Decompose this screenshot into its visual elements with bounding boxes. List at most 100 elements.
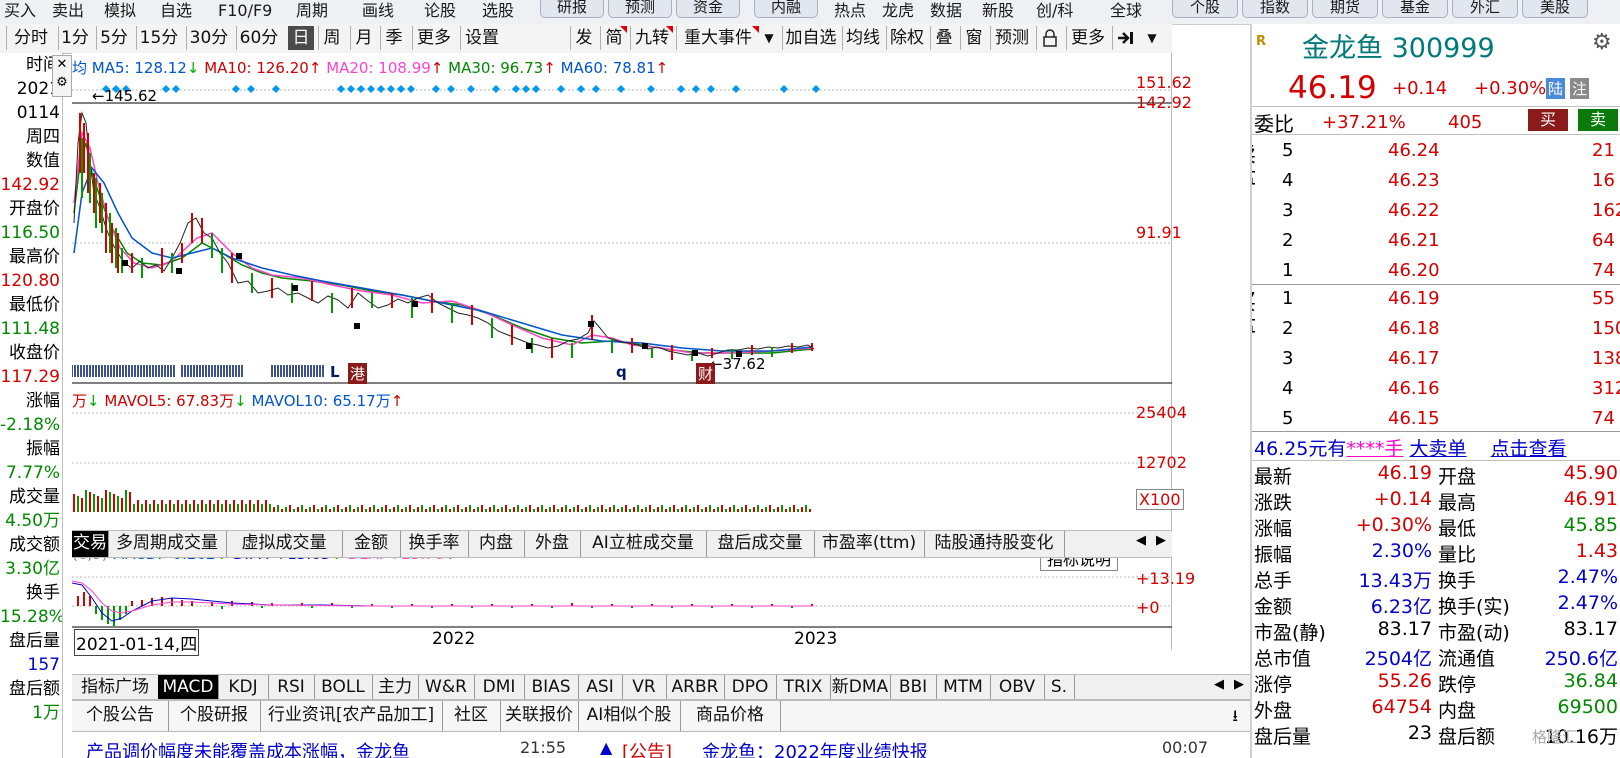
volume-tab-0[interactable]: 交易 [72, 531, 109, 557]
tool-add-watchlist[interactable]: 加自选 [782, 26, 839, 50]
tool-window[interactable]: 窗 [960, 26, 987, 50]
news-right-title[interactable]: 金龙鱼：2022年度业绩快报 [702, 738, 928, 758]
btn-futures[interactable]: 期货 [1312, 0, 1378, 18]
settings-button[interactable]: 设置 [460, 26, 503, 50]
indicator-tab-13[interactable]: TRIX [776, 675, 831, 699]
tool-nine-turn[interactable]: 九转 [630, 26, 673, 50]
chevron-down-icon[interactable]: ▼ [762, 26, 776, 50]
indicator-tab-4[interactable]: BOLL [314, 675, 373, 699]
menu-ipo[interactable]: 新股 [982, 0, 1014, 24]
tool-more[interactable]: 更多 [1066, 26, 1109, 50]
menu-draw[interactable]: 画线 [362, 0, 394, 24]
indicator-tab-9[interactable]: ASI [578, 675, 623, 699]
period-15min[interactable]: 15分 [136, 26, 181, 50]
sell-level-price-3[interactable]: 46.21 [1388, 230, 1440, 251]
btn-index[interactable]: 指数 [1242, 0, 1308, 18]
ind-scroll-left-icon[interactable]: ◀ [1214, 677, 1224, 692]
hk-connect-badge[interactable]: 陆 [1546, 78, 1566, 99]
btn-forex[interactable]: 外汇 [1452, 0, 1518, 18]
lock-icon[interactable] [1036, 26, 1063, 50]
tool-simple[interactable]: 简 [600, 26, 627, 50]
btn-fund[interactable]: 基金 [1382, 0, 1448, 18]
volume-tab-4[interactable]: 换手率 [400, 531, 469, 557]
sell-level-price-4[interactable]: 46.20 [1388, 260, 1440, 281]
tool-ma-lines[interactable]: 均线 [842, 26, 883, 50]
vol-scale-x100[interactable]: X100 [1136, 489, 1184, 510]
volume-tab-1[interactable]: 多周期成交量 [108, 531, 227, 557]
gear-icon[interactable]: ⚙ [1592, 30, 1612, 55]
menu-global[interactable]: 全球 [1110, 0, 1142, 24]
btn-funds[interactable]: 资金 [676, 0, 740, 18]
indicator-tab-7[interactable]: DMI [474, 675, 525, 699]
volume-tab-6[interactable]: 外盘 [524, 531, 581, 557]
menu-period[interactable]: 周期 [296, 0, 328, 24]
indicator-tab-6[interactable]: W&R [418, 675, 475, 699]
news-tab-1[interactable]: 个股研报 [168, 701, 261, 731]
download-icon[interactable]: ⭳ [1232, 705, 1238, 732]
period-more[interactable]: 更多 [412, 26, 455, 50]
buy-level-price-1[interactable]: 46.18 [1388, 318, 1440, 339]
buy-level-price-3[interactable]: 46.16 [1388, 378, 1440, 399]
tab-scroll-right-icon[interactable]: ▶ [1156, 533, 1166, 548]
indicator-tab-0[interactable]: 指标广场 [72, 675, 159, 699]
indicator-tab-14[interactable]: 新DMA [830, 675, 891, 699]
menu-dragon-tiger[interactable]: 龙虎 [882, 0, 914, 24]
tool-forecast[interactable]: 预测 [990, 26, 1033, 50]
volume-tab-2[interactable]: 虚拟成交量 [226, 531, 343, 557]
btn-stock[interactable]: 个股 [1172, 0, 1238, 18]
tool-ex-rights[interactable]: 除权 [886, 26, 927, 50]
buy-level-price-2[interactable]: 46.17 [1388, 348, 1440, 369]
indicator-tab-17[interactable]: OBV [990, 675, 1045, 699]
menu-watchlist[interactable]: 自选 [160, 0, 192, 24]
indicator-tab-8[interactable]: BIAS [524, 675, 579, 699]
news-tab-6[interactable]: 商品价格 [680, 701, 781, 731]
period-day[interactable]: 日 [288, 26, 314, 50]
volume-tab-5[interactable]: 内盘 [468, 531, 525, 557]
indicator-tab-3[interactable]: RSI [268, 675, 315, 699]
menu-data[interactable]: 数据 [930, 0, 962, 24]
indicator-tab-2[interactable]: KDJ [218, 675, 269, 699]
news-tab-4[interactable]: 关联报价 [500, 701, 579, 731]
sell-button[interactable]: 卖 [1578, 109, 1618, 131]
period-5min[interactable]: 5分 [96, 26, 131, 50]
btn-margin[interactable]: 内融 [754, 0, 818, 18]
period-week[interactable]: 周 [318, 26, 345, 50]
btn-research[interactable]: 研报 [540, 0, 604, 18]
volume-tab-7[interactable]: AI立桩成交量 [580, 531, 707, 557]
buy-level-price-4[interactable]: 46.15 [1388, 408, 1440, 429]
menu-simulate[interactable]: 模拟 [104, 0, 136, 24]
menu-sell[interactable]: 卖出 [52, 0, 84, 24]
l-marker[interactable]: L [330, 363, 340, 381]
period-60min[interactable]: 60分 [236, 26, 281, 50]
indicator-tab-1[interactable]: MACD [158, 675, 219, 699]
q-marker[interactable]: q [616, 363, 627, 381]
big-order-row[interactable]: 46.25元有****手 大卖单 点击查看 [1254, 434, 1567, 461]
news-tab-5[interactable]: AI相似个股 [578, 701, 681, 731]
menu-hot[interactable]: 热点 [834, 0, 866, 24]
menu-select-stock[interactable]: 选股 [482, 0, 514, 24]
panel-close-icon[interactable]: ✕ ⚙ [52, 55, 72, 97]
news-tab-3[interactable]: 社区 [442, 701, 501, 731]
period-30min[interactable]: 30分 [186, 26, 231, 50]
menu-buy[interactable]: 买入 [4, 0, 36, 24]
indicator-tab-5[interactable]: 主力 [372, 675, 419, 699]
period-quarter[interactable]: 季 [380, 26, 407, 50]
news-left-title[interactable]: 产品调价幅度未能覆盖成本涨幅，金龙鱼 [86, 738, 410, 758]
indicator-tab-15[interactable]: BBI [890, 675, 937, 699]
news-tab-0[interactable]: 个股公告 [72, 701, 169, 731]
tool-overlay[interactable]: 叠 [930, 26, 957, 50]
menu-star[interactable]: 创/科 [1036, 0, 1073, 24]
indicator-tab-12[interactable]: DPO [724, 675, 777, 699]
buy-level-price-0[interactable]: 46.19 [1388, 288, 1440, 309]
volume-tab-9[interactable]: 市盈率(ttm) [814, 531, 925, 557]
indicator-tab-18[interactable]: S. [1044, 675, 1075, 699]
play-end-icon[interactable] [1112, 26, 1139, 50]
news-scroll-icon[interactable]: ▲ [600, 738, 612, 757]
buy-button[interactable]: 买 [1528, 109, 1568, 131]
note-badge[interactable]: 注 [1570, 78, 1590, 99]
tab-scroll-left-icon[interactable]: ◀ [1136, 533, 1146, 548]
indicator-tab-16[interactable]: MTM [936, 675, 991, 699]
tool-major-events[interactable]: 重大事件 [676, 26, 759, 50]
financial-report-marker[interactable]: 财 [696, 363, 716, 384]
indicator-tab-11[interactable]: ARBR [666, 675, 725, 699]
